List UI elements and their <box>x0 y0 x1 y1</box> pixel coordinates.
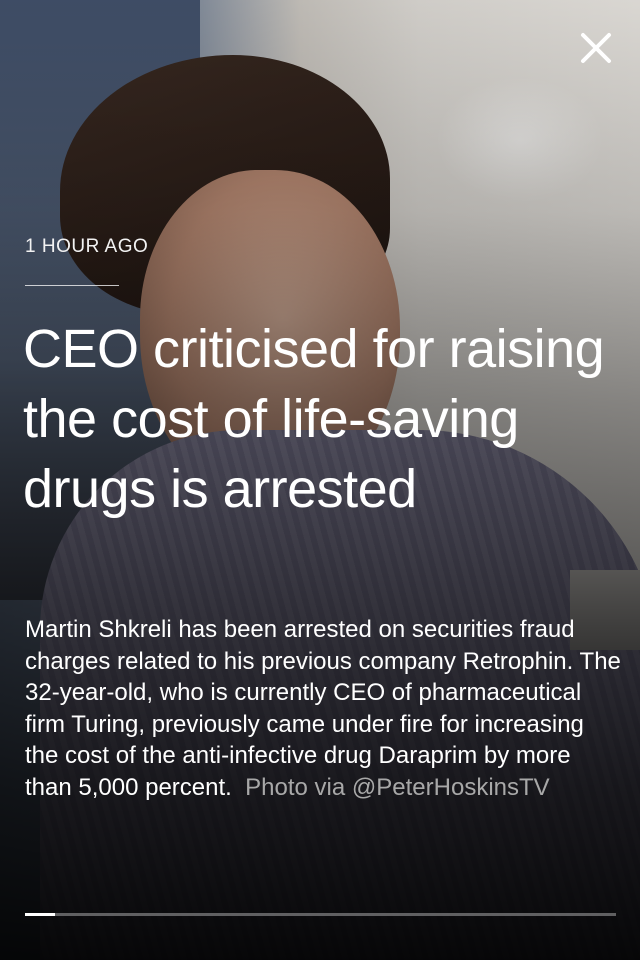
story-progress-bar <box>25 913 616 916</box>
photo-credit: Photo via @PeterHoskinsTV <box>245 773 550 801</box>
story-body: Martin Shkreli has been arrested on secu… <box>25 614 621 803</box>
close-icon <box>581 33 611 63</box>
story-card[interactable]: 1 HOUR AGO CEO criticised for raising th… <box>0 0 640 960</box>
close-button[interactable] <box>572 24 620 72</box>
story-headline: CEO criticised for raising the cost of l… <box>23 319 605 519</box>
story-timestamp: 1 HOUR AGO <box>25 236 149 257</box>
timestamp-divider <box>25 285 119 286</box>
story-progress-fill <box>25 913 55 916</box>
